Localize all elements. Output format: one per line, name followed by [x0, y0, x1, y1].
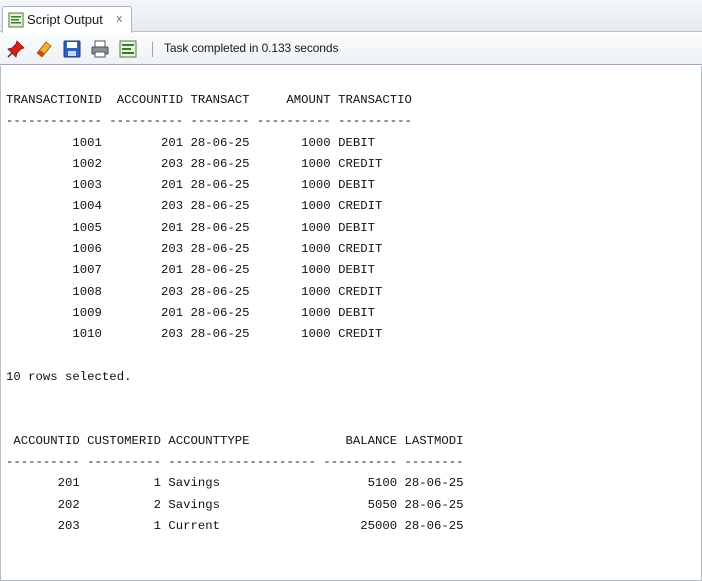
close-icon[interactable]: x	[116, 12, 123, 25]
tab-bar: Script Output x	[0, 0, 702, 33]
output-line: 1006 203 28-06-25 1000 CREDIT	[6, 242, 383, 257]
output-line: ------------- ---------- -------- ------…	[6, 114, 412, 129]
script-output-icon	[8, 12, 24, 28]
eraser-icon[interactable]	[34, 39, 54, 59]
output-line: ACCOUNTID CUSTOMERID ACCOUNTTYPE BALANCE…	[6, 433, 464, 448]
export-icon[interactable]	[118, 39, 138, 59]
toolbar-separator	[152, 42, 153, 57]
output-line: 1003 201 28-06-25 1000 DEBIT	[6, 178, 375, 193]
output-line: 1005 201 28-06-25 1000 DEBIT	[6, 220, 375, 235]
task-status-text: Task completed in 0.133 seconds	[164, 41, 339, 55]
output-text: TRANSACTIONID ACCOUNTID TRANSACT AMOUNT …	[6, 90, 464, 537]
output-line: 1001 201 28-06-25 1000 DEBIT	[6, 135, 375, 150]
save-icon[interactable]	[62, 39, 82, 59]
pin-icon[interactable]	[6, 39, 26, 59]
output-line: 203 1 Current 25000 28-06-25	[6, 518, 464, 533]
output-line: 1004 203 28-06-25 1000 CREDIT	[6, 199, 383, 214]
script-output-area[interactable]: TRANSACTIONID ACCOUNTID TRANSACT AMOUNT …	[0, 66, 702, 581]
output-line: 1010 203 28-06-25 1000 CREDIT	[6, 327, 383, 342]
tab-label: Script Output	[27, 12, 103, 27]
output-line: 1009 201 28-06-25 1000 DEBIT	[6, 305, 375, 320]
output-line: 1007 201 28-06-25 1000 DEBIT	[6, 263, 375, 278]
output-line: 1008 203 28-06-25 1000 CREDIT	[6, 284, 383, 299]
output-line: 10 rows selected.	[6, 369, 132, 384]
output-line: 1002 203 28-06-25 1000 CREDIT	[6, 156, 383, 171]
print-icon[interactable]	[90, 39, 110, 59]
toolbar: Task completed in 0.133 seconds	[0, 33, 702, 65]
tab-script-output[interactable]: Script Output x	[2, 6, 132, 33]
output-line: 201 1 Savings 5100 28-06-25	[6, 476, 464, 491]
output-line: ---------- ---------- ------------------…	[6, 455, 464, 470]
output-line: 202 2 Savings 5050 28-06-25	[6, 497, 464, 512]
output-line: TRANSACTIONID ACCOUNTID TRANSACT AMOUNT …	[6, 93, 412, 107]
